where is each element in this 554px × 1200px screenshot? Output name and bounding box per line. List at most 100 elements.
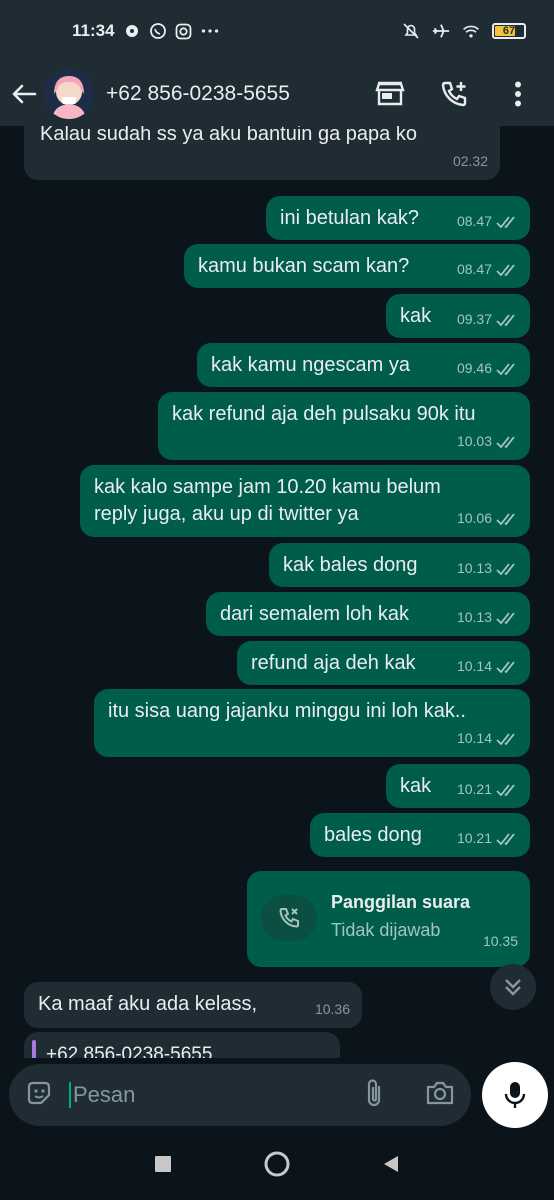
- instagram-icon: [175, 22, 193, 40]
- nav-back-button[interactable]: [382, 1154, 400, 1179]
- message-bubble[interactable]: refund aja deh kak 10.14: [237, 641, 530, 685]
- double-check-icon: [496, 832, 515, 845]
- message-time: 10.13: [456, 609, 492, 625]
- double-check-icon: [496, 512, 515, 525]
- message-bubble[interactable]: bales dong 10.21: [310, 813, 530, 857]
- message-time: 10.35: [482, 933, 518, 949]
- recent-apps-button[interactable]: [154, 1155, 172, 1178]
- message-bubble[interactable]: kak kamu ngescam ya 09.46: [197, 343, 530, 387]
- message-time: 10.14: [456, 730, 492, 746]
- double-check-icon: [496, 732, 515, 745]
- message-time: 10.14: [456, 658, 492, 674]
- add-call-button[interactable]: [436, 76, 472, 112]
- double-check-icon: [496, 611, 515, 624]
- message-time: 10.03: [456, 433, 492, 449]
- double-check-icon: [496, 660, 515, 673]
- status-bar: 11:34 67: [0, 0, 554, 62]
- voice-record-button[interactable]: [482, 1062, 548, 1128]
- message-text: Ka maaf aku ada kelass,: [38, 993, 258, 1015]
- chevron-double-down-icon: [505, 979, 521, 996]
- airplane-icon: [432, 22, 450, 40]
- message-bubble[interactable]: kak kalo sampe jam 10.20 kamu belum repl…: [80, 465, 530, 537]
- message-bubble[interactable]: itu sisa uang jajanku minggu ini loh kak…: [94, 689, 530, 757]
- call-subtitle: Tidak dijawab: [331, 920, 441, 940]
- store-icon: [375, 81, 405, 106]
- add-call-icon: [441, 81, 467, 107]
- message-bubble[interactable]: kamu bukan scam kan? 08.47: [184, 244, 530, 288]
- status-time: 11:34: [72, 21, 115, 40]
- message-time: 02.32: [452, 153, 488, 169]
- message-text: kak: [400, 775, 432, 797]
- message-text: Kalau sudah ss ya aku bantuin ga papa ko: [40, 126, 417, 145]
- double-check-icon: [496, 263, 515, 276]
- sticker-icon[interactable]: [25, 1079, 53, 1112]
- mute-bell-icon: [402, 22, 420, 40]
- message-input-box[interactable]: [9, 1064, 471, 1126]
- chat-header: +62 856-0238-5655: [0, 62, 554, 126]
- message-bubble[interactable]: kak bales dong 10.13: [269, 543, 530, 587]
- chat-bubble-icon: [123, 22, 141, 40]
- message-text-line: reply juga, aku up di twitter ya: [94, 503, 359, 525]
- message-time: 09.37: [456, 311, 492, 327]
- home-button[interactable]: [264, 1151, 290, 1182]
- triangle-back-icon: [384, 1155, 398, 1172]
- double-check-icon: [496, 215, 515, 228]
- double-check-icon: [496, 313, 515, 326]
- message-text: dari semalem loh kak: [220, 603, 409, 625]
- more-notifications-icon: [201, 22, 219, 40]
- double-check-icon: [496, 362, 515, 375]
- message-text: kamu bukan scam kan?: [198, 255, 410, 277]
- message-bubble[interactable]: dari semalem loh kak 10.13: [206, 592, 530, 636]
- message-time: 08.47: [456, 261, 492, 277]
- message-text: kak bales dong: [283, 554, 418, 576]
- circle-icon: [264, 1151, 290, 1176]
- chat-area[interactable]: Kalau sudah ss ya aku bantuin ga papa ko…: [0, 126, 554, 1058]
- message-time: 10.21: [456, 830, 492, 846]
- message-text: +62 856-0238-5655: [46, 1044, 213, 1058]
- double-check-icon: [496, 562, 515, 575]
- call-title: Panggilan suara: [331, 892, 471, 912]
- message-text: itu sisa uang jajanku minggu ini loh kak…: [108, 700, 466, 722]
- double-check-icon: [496, 783, 515, 796]
- whatsapp-icon: [149, 22, 167, 40]
- scroll-down-button[interactable]: [490, 964, 536, 1010]
- double-check-icon: [496, 435, 515, 448]
- message-bubble[interactable]: ini betulan kak? 08.47: [266, 196, 530, 240]
- composer: [0, 1058, 554, 1132]
- message-bubble[interactable]: kak 10.21: [386, 764, 530, 808]
- call-icon-circle: [261, 895, 317, 941]
- attach-icon[interactable]: [363, 1078, 387, 1113]
- message-text: ini betulan kak?: [280, 207, 419, 229]
- message-time: 10.06: [456, 510, 492, 526]
- more-options-button[interactable]: [500, 76, 536, 112]
- message-bubble[interactable]: Kalau sudah ss ya aku bantuin ga papa ko…: [24, 126, 500, 180]
- more-vert-icon: [515, 81, 521, 107]
- battery-indicator: 67: [492, 23, 526, 39]
- message-time: 10.21: [456, 781, 492, 797]
- message-text: refund aja deh kak: [251, 652, 416, 674]
- message-text: kak: [400, 305, 432, 327]
- catalog-button[interactable]: [372, 76, 408, 112]
- mic-icon: [504, 1082, 526, 1108]
- missed-call-icon: [279, 908, 299, 928]
- message-bubble[interactable]: Ka maaf aku ada kelass, 10.36: [24, 982, 362, 1028]
- camera-icon[interactable]: [425, 1080, 455, 1111]
- contact-name[interactable]: +62 856-0238-5655: [106, 82, 290, 106]
- wifi-icon: [462, 22, 480, 40]
- message-text-line: kak kalo sampe jam 10.20 kamu belum: [94, 476, 441, 498]
- back-arrow-icon: [12, 84, 37, 104]
- square-icon: [155, 1155, 171, 1172]
- message-text: kak refund aja deh pulsaku 90k itu: [172, 403, 476, 425]
- avatar[interactable]: [44, 69, 94, 119]
- battery-level: 67: [502, 25, 516, 37]
- call-bubble[interactable]: Panggilan suara Tidak dijawab 10.35: [247, 871, 530, 967]
- back-button[interactable]: [4, 83, 44, 105]
- message-bubble[interactable]: +62 856-0238-5655: [24, 1032, 340, 1058]
- message-time: 10.36: [314, 1001, 350, 1017]
- message-time: 10.13: [456, 560, 492, 576]
- message-bubble[interactable]: kak 09.37: [386, 294, 530, 338]
- message-bubble[interactable]: kak refund aja deh pulsaku 90k itu 10.03: [158, 392, 530, 460]
- message-input[interactable]: [69, 1082, 329, 1108]
- message-text: bales dong: [324, 824, 422, 846]
- message-time: 09.46: [456, 360, 492, 376]
